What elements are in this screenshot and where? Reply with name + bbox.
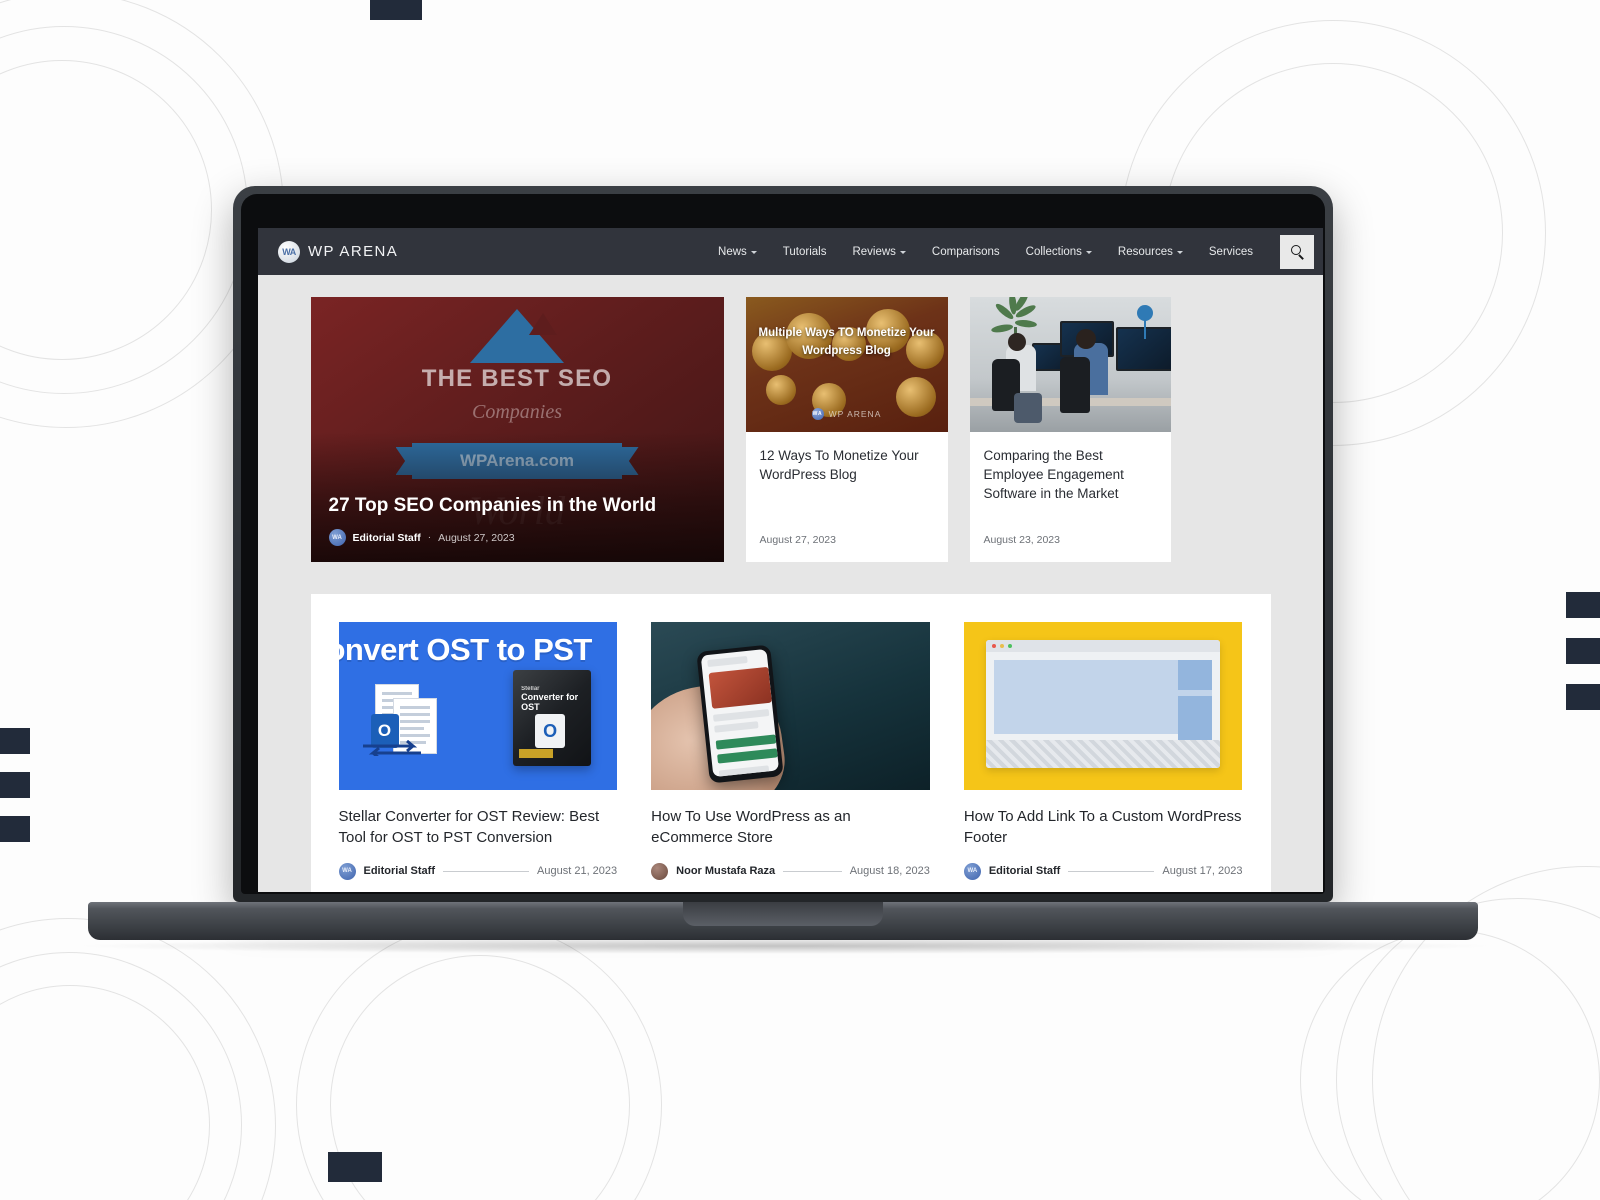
publish-date: August 17, 2023 (1162, 865, 1243, 878)
avatar: WA (338, 862, 356, 880)
nav-label: Collections (1025, 245, 1082, 258)
hero-title: 27 Top SEO Companies in the World (328, 495, 657, 517)
nav-label: Comparisons (931, 245, 1000, 258)
publish-date: August 18, 2023 (849, 865, 930, 878)
nav-label: Services (1208, 245, 1253, 258)
article-card-ost[interactable]: onvert OST to PST O Stellar Converter fo… (338, 622, 618, 892)
publish-date: August 27, 2023 (759, 534, 836, 546)
site-content: THE BEST SEO Companies WPArena.com World… (258, 275, 1323, 892)
card-title: How To Add Link To a Custom WordPress Fo… (963, 808, 1242, 847)
logo-mark-icon: WA (278, 240, 300, 263)
meta-divider (443, 870, 530, 872)
meta-divider (1068, 870, 1155, 872)
brand-mark-icon: WA (811, 408, 824, 420)
thumbnail-brand: WA WP ARENA (746, 408, 948, 420)
card-meta: Noor Mustafa Raza August 18, 2023 (651, 862, 930, 880)
logo-text: WP ARENA (308, 243, 399, 260)
nav-label: News (718, 245, 747, 258)
nav-item-tutorials[interactable]: Tutorials (770, 246, 840, 258)
author-name[interactable]: Noor Mustafa Raza (676, 865, 775, 877)
nav-label: Resources (1117, 245, 1173, 258)
card-body: 12 Ways To Monetize Your WordPress Blog … (746, 432, 948, 562)
author-name[interactable]: Editorial Staff (989, 865, 1061, 877)
main-navigation: News Tutorials Reviews Comparisons Colle… (705, 234, 1323, 269)
article-card-engagement[interactable]: Comparing the Best Employee Engagement S… (969, 297, 1171, 562)
card-thumbnail: onvert OST to PST O Stellar Converter fo… (338, 622, 618, 790)
card-title: 12 Ways To Monetize Your WordPress Blog (759, 448, 919, 483)
card-body: Comparing the Best Employee Engagement S… (970, 432, 1171, 562)
meta-divider (783, 870, 842, 872)
hero-meta: WA Editorial Staff · August 27, 2023 (328, 529, 706, 546)
hero-art-headline: THE BEST SEO (421, 365, 613, 392)
latest-posts-section: onvert OST to PST O Stellar Converter fo… (310, 594, 1271, 892)
product-box-title: Stellar Converter for OST (521, 686, 591, 712)
nav-item-collections[interactable]: Collections (1013, 246, 1105, 258)
outlook-glyph: O (535, 714, 566, 748)
browser-window-illustration (985, 640, 1221, 768)
card-meta: WA Editorial Staff August 17, 2023 (963, 862, 1243, 880)
chevron-down-icon (1176, 251, 1183, 254)
nav-label: Reviews (852, 245, 896, 258)
avatar: WA (328, 529, 346, 546)
nav-item-news[interactable]: News (705, 246, 770, 258)
article-card-monetize[interactable]: Multiple Ways TO Monetize Your Wordpress… (745, 297, 948, 562)
chevron-down-icon (1085, 251, 1092, 254)
author-name[interactable]: Editorial Staff (353, 532, 421, 544)
box-brand: Stellar (521, 686, 540, 692)
laptop-screen: WA WP ARENA News Tutorials Reviews Compa… (258, 228, 1323, 892)
laptop-notch (683, 902, 883, 926)
avatar: WA (963, 862, 981, 880)
search-button[interactable] (1280, 234, 1314, 269)
latest-posts-row: onvert OST to PST O Stellar Converter fo… (338, 622, 1243, 892)
card-title: Comparing the Best Employee Engagement S… (983, 448, 1124, 502)
phone-icon (696, 644, 784, 784)
card-title: How To Use WordPress as an eCommerce Sto… (651, 808, 851, 847)
meta-separator: · (427, 532, 432, 543)
chevron-down-icon (750, 251, 757, 254)
article-card-ecommerce[interactable]: How To Use WordPress as an eCommerce Sto… (651, 622, 930, 892)
page-root: WA WP ARENA News Tutorials Reviews Compa… (0, 0, 1600, 1200)
card-meta: WA Editorial Staff August 21, 2023 (338, 862, 618, 880)
author-name[interactable]: Editorial Staff (364, 865, 436, 877)
chevron-down-icon (899, 251, 906, 254)
laptop-mockup: WA WP ARENA News Tutorials Reviews Compa… (0, 0, 1600, 1200)
mountain-notch (529, 313, 558, 335)
hero-art-subhead: Companies (472, 401, 562, 423)
nav-label: Tutorials (782, 245, 827, 258)
nav-item-services[interactable]: Services (1196, 246, 1266, 258)
hero-body: 27 Top SEO Companies in the World WA Edi… (328, 494, 706, 546)
publish-date: August 21, 2023 (537, 865, 618, 878)
publish-date: August 23, 2023 (983, 534, 1060, 546)
exchange-arrows-icon (362, 740, 421, 756)
hero-article-card[interactable]: THE BEST SEO Companies WPArena.com World… (310, 297, 724, 562)
thumbnail-overlay-text: Multiple Ways TO Monetize Your Wordpress… (758, 327, 935, 357)
thumbnail-headline: onvert OST to PST (338, 632, 593, 667)
site-logo[interactable]: WA WP ARENA (278, 240, 399, 263)
avatar (651, 862, 669, 880)
footer-region-highlight (985, 740, 1221, 768)
brand-text: WP ARENA (828, 409, 882, 419)
card-title: Stellar Converter for OST Review: Best T… (338, 808, 600, 847)
box-product: Converter for OST (521, 692, 579, 712)
search-icon (1290, 245, 1304, 260)
card-thumbnail: Multiple Ways TO Monetize Your Wordpress… (745, 297, 948, 432)
article-card-footer-link[interactable]: How To Add Link To a Custom WordPress Fo… (963, 622, 1243, 892)
featured-row: THE BEST SEO Companies WPArena.com World… (310, 297, 1271, 562)
lamp-icon (1136, 305, 1153, 339)
card-thumbnail (969, 297, 1171, 432)
site-header: WA WP ARENA News Tutorials Reviews Compa… (258, 228, 1323, 275)
publish-date: August 27, 2023 (438, 531, 515, 544)
card-thumbnail (651, 622, 930, 790)
nav-item-reviews[interactable]: Reviews (839, 246, 918, 258)
product-box-icon: Stellar Converter for OST O (513, 670, 592, 766)
laptop-shadow (70, 938, 1500, 954)
card-thumbnail (963, 622, 1243, 790)
nav-item-resources[interactable]: Resources (1105, 246, 1196, 258)
nav-item-comparisons[interactable]: Comparisons (919, 246, 1013, 258)
